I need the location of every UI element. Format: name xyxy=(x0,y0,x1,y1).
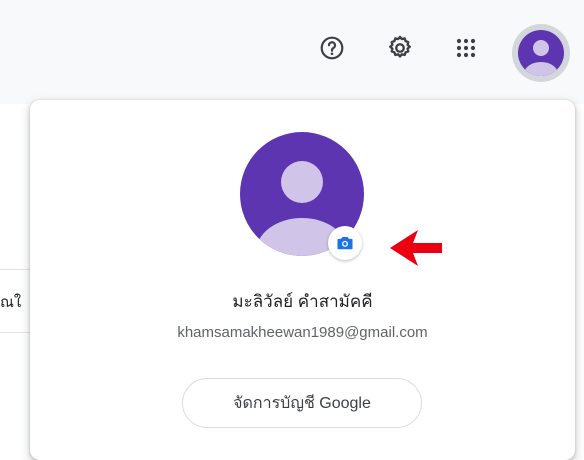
help-button[interactable] xyxy=(312,28,352,68)
change-photo-button[interactable] xyxy=(328,226,362,260)
apps-grid-icon xyxy=(456,38,476,58)
camera-icon xyxy=(337,237,353,250)
gear-icon xyxy=(389,35,411,58)
apps-button[interactable] xyxy=(446,28,486,68)
background-content xyxy=(0,104,30,451)
manage-account-button[interactable]: จัดการบัญชี Google xyxy=(182,378,422,428)
account-button[interactable] xyxy=(512,24,570,82)
user-email: khamsamakheewan1989@gmail.com xyxy=(177,324,428,341)
user-name: มะลิวัลย์ คำสามัคคี xyxy=(232,292,373,311)
top-bar xyxy=(0,0,584,104)
account-avatar-icon xyxy=(518,30,564,76)
divider xyxy=(0,269,30,270)
settings-button[interactable] xyxy=(380,28,420,68)
background-partial-text: ณใ xyxy=(0,294,22,311)
red-arrow-icon xyxy=(388,226,444,270)
divider xyxy=(0,332,30,333)
help-icon xyxy=(320,36,344,60)
